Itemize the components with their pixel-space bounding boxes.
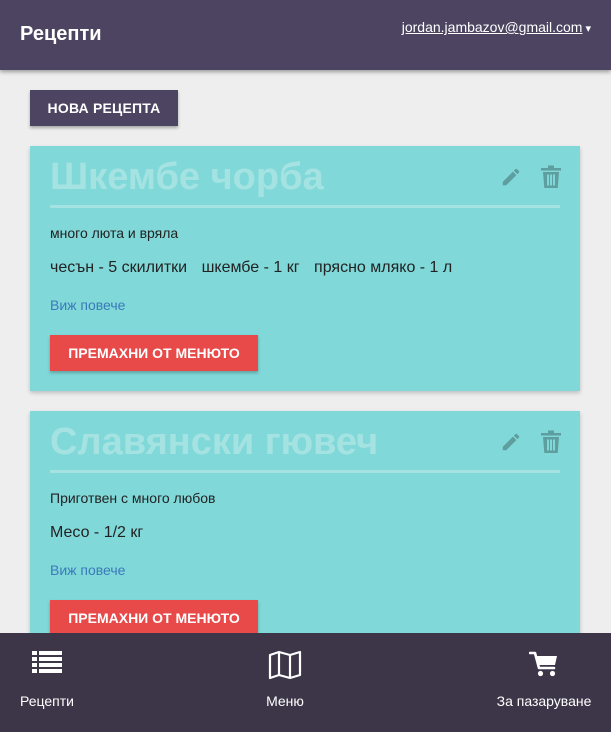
dropdown-caret-icon: ▾	[585, 23, 591, 35]
trash-icon[interactable]	[540, 430, 562, 454]
nav-label-recipes: Рецепти	[20, 693, 74, 709]
title-divider	[50, 470, 560, 473]
page-title: Рецепти	[20, 23, 102, 45]
cart-icon	[529, 651, 557, 677]
pencil-icon[interactable]	[500, 166, 522, 188]
user-email: jordan.jambazov@gmail.com	[401, 19, 583, 35]
ingredient-item: шкембе - 1 кг	[201, 259, 300, 276]
user-account-menu[interactable]: jordan.jambazov@gmail.com ▾	[402, 19, 591, 35]
trash-icon[interactable]	[540, 165, 562, 189]
recipe-title: Славянски гювеч	[50, 421, 379, 463]
ingredient-list: чесън - 5 скилитки шкембе - 1 кг прясно …	[50, 259, 462, 277]
see-more-link[interactable]: Виж повече	[50, 562, 125, 578]
see-more-link[interactable]: Виж повече	[50, 297, 125, 313]
nav-label-menu: Меню	[266, 693, 304, 709]
remove-from-menu-button[interactable]: ПРЕМАХНИ ОТ МЕНЮТО	[50, 335, 258, 371]
recipe-card: Славянски гювеч Приготвен с много любов …	[30, 411, 580, 656]
recipe-card: Шкембе чорба много люта и вряла чесън - …	[30, 146, 580, 391]
ingredient-item: прясно мляко - 1 л	[314, 259, 453, 276]
ingredient-item: чесън - 5 скилитки	[50, 259, 188, 276]
top-app-bar: Рецепти jordan.jambazov@gmail.com ▾	[0, 0, 611, 70]
title-divider	[50, 205, 560, 208]
new-recipe-button[interactable]: НОВА РЕЦЕПТА	[30, 90, 178, 126]
nav-item-shopping[interactable]: За пазаруване	[488, 633, 600, 732]
map-icon	[268, 650, 302, 680]
remove-from-menu-button[interactable]: ПРЕМАХНИ ОТ МЕНЮТО	[50, 600, 258, 636]
list-icon	[32, 651, 62, 673]
recipe-title: Шкембе чорба	[50, 156, 324, 198]
recipe-description: Приготвен с много любов	[50, 490, 216, 506]
ingredient-list: Месо - 1/2 кг	[50, 524, 153, 542]
nav-item-menu[interactable]: Меню	[245, 633, 325, 732]
pencil-icon[interactable]	[500, 431, 522, 453]
recipe-description: много люта и вряла	[50, 225, 179, 241]
nav-label-shopping: За пазаруване	[496, 693, 592, 709]
nav-item-recipes[interactable]: Рецепти	[0, 633, 94, 732]
ingredient-item: Месо - 1/2 кг	[50, 524, 144, 541]
bottom-navigation: Рецепти Меню За пазаруване	[0, 633, 611, 732]
